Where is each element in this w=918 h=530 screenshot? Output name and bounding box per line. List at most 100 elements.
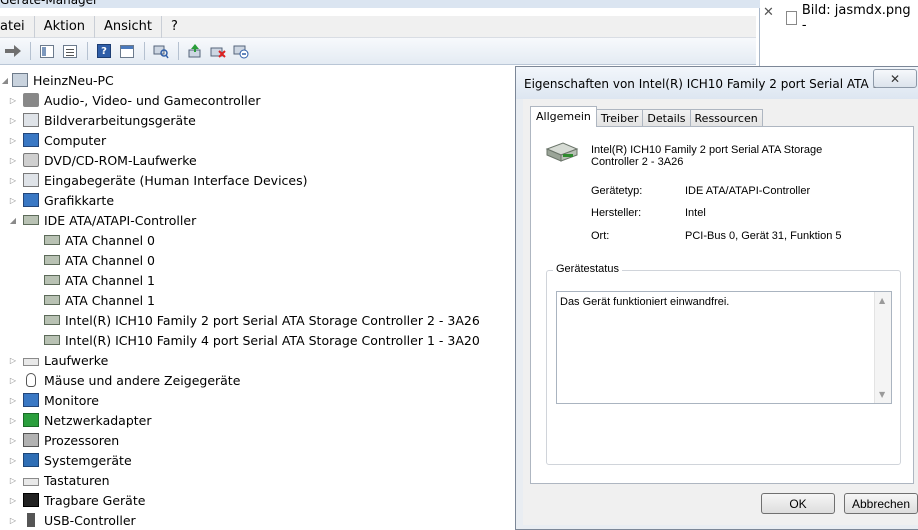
disable-button[interactable]: [230, 41, 252, 61]
expand-icon[interactable]: ▷: [8, 195, 18, 205]
tree-item-label: Netzwerkadapter: [44, 412, 152, 428]
status-scrollbar[interactable]: ▲ ▼: [874, 292, 891, 403]
expand-icon[interactable]: ▷: [8, 475, 18, 485]
mouse-icon: [26, 373, 36, 387]
expand-icon[interactable]: ▷: [8, 355, 18, 365]
properties-dialog: Eigenschaften von Intel(R) ICH10 Family …: [515, 66, 918, 530]
dialog-close-button[interactable]: ✕: [873, 69, 917, 88]
tree-item-portable[interactable]: ▷ Tragbare Geräte: [8, 490, 146, 510]
background-browser-tab[interactable]: Bild: jasmdx.png -: [786, 3, 918, 33]
expand-icon[interactable]: ▷: [8, 495, 18, 505]
expand-icon[interactable]: ▷: [8, 515, 18, 525]
close-icon[interactable]: ✕: [763, 5, 774, 20]
document-icon: [786, 11, 797, 25]
tree-item-label: Bildverarbeitungsgeräte: [44, 112, 196, 128]
tree-item-system[interactable]: ▷ Systemgeräte: [8, 450, 132, 470]
tree-child-item[interactable]: ATA Channel 1: [44, 290, 155, 310]
tree-item-network[interactable]: ▷ Netzwerkadapter: [8, 410, 152, 430]
menu-file[interactable]: atei: [0, 15, 35, 38]
device-name: Intel(R) ICH10 Family 2 port Serial ATA …: [591, 144, 823, 168]
tree-item-ide[interactable]: ◢ IDE ATA/ATAPI-Controller: [8, 210, 196, 230]
scan-hardware-button[interactable]: [150, 41, 172, 61]
tree-item-hid[interactable]: ▷ Eingabegeräte (Human Interface Devices…: [8, 170, 308, 190]
collapse-icon[interactable]: ◢: [8, 215, 18, 225]
tree-item-computer[interactable]: ▷ Computer: [8, 130, 106, 150]
ide-channel-icon: [44, 295, 60, 305]
update-driver-button[interactable]: [184, 41, 206, 61]
help-button[interactable]: ?: [93, 41, 115, 61]
forward-button[interactable]: [2, 41, 24, 61]
tree-child-label: Intel(R) ICH10 Family 4 port Serial ATA …: [65, 332, 480, 348]
tree-child-label: ATA Channel 1: [65, 272, 156, 288]
device-status-textbox[interactable]: Das Gerät funktioniert einwandfrei. ▲ ▼: [556, 291, 892, 404]
scroll-up-icon[interactable]: ▲: [879, 296, 885, 305]
expand-icon[interactable]: ▷: [8, 375, 18, 385]
expand-icon[interactable]: ▷: [8, 155, 18, 165]
cancel-button[interactable]: Abbrechen: [844, 493, 918, 514]
tab-resources[interactable]: Ressourcen: [689, 109, 763, 127]
tree-item-label: Eingabegeräte (Human Interface Devices): [44, 172, 308, 188]
menu-action[interactable]: Aktion: [35, 15, 96, 38]
tab-general[interactable]: Allgemein: [530, 106, 597, 127]
display-adapter-icon: [23, 193, 39, 207]
location-label: Ort:: [591, 230, 610, 242]
tree-item-monitors[interactable]: ▷ Monitore: [8, 390, 99, 410]
expand-icon[interactable]: ▷: [8, 395, 18, 405]
tree-item-imaging[interactable]: ▷ Bildverarbeitungsgeräte: [8, 110, 196, 130]
expand-icon[interactable]: ▷: [8, 115, 18, 125]
tree-item-label: Audio-, Video- und Gamecontroller: [44, 92, 261, 108]
ide-channel-icon: [44, 275, 60, 285]
expand-icon[interactable]: ▷: [8, 455, 18, 465]
expand-icon[interactable]: ▷: [8, 175, 18, 185]
location-value: PCI-Bus 0, Gerät 31, Funktion 5: [685, 230, 842, 242]
menu-view[interactable]: Ansicht: [95, 15, 163, 38]
expand-icon[interactable]: ▷: [8, 135, 18, 145]
tree-item-drives[interactable]: ▷ Laufwerke: [8, 350, 108, 370]
expand-icon[interactable]: ▷: [8, 415, 18, 425]
controller-card-icon: [545, 142, 579, 162]
tree-item-label: IDE ATA/ATAPI-Controller: [44, 212, 197, 228]
tree-child-item[interactable]: ATA Channel 0: [44, 230, 155, 250]
expand-icon[interactable]: ▷: [8, 435, 18, 445]
tree-item-audio[interactable]: ▷ Audio-, Video- und Gamecontroller: [8, 90, 261, 110]
tree-child-label: Intel(R) ICH10 Family 2 port Serial ATA …: [65, 312, 480, 328]
tree-child-item[interactable]: ATA Channel 1: [44, 270, 155, 290]
menu-help[interactable]: ?: [162, 16, 187, 38]
forward-arrow-icon: [5, 45, 21, 57]
properties-view-button[interactable]: [59, 41, 81, 61]
properties-button[interactable]: [116, 41, 138, 61]
device-status-text: Das Gerät funktioniert einwandfrei.: [560, 296, 730, 308]
processor-icon: [23, 433, 39, 447]
tree-item-label: Computer: [44, 132, 107, 148]
uninstall-button[interactable]: [207, 41, 229, 61]
hid-icon: [23, 173, 39, 187]
tree-item-usb[interactable]: ▷ USB-Controller: [8, 510, 136, 530]
tree-item-label: Monitore: [44, 392, 99, 408]
manufacturer-label: Hersteller:: [591, 207, 642, 219]
tree-item-keyboards[interactable]: ▷ Tastaturen: [8, 470, 110, 490]
device-status-legend: Gerätestatus: [553, 263, 622, 275]
device-type-value: IDE ATA/ATAPI-Controller: [685, 185, 811, 197]
tree-item-processors[interactable]: ▷ Prozessoren: [8, 430, 119, 450]
console-tree-button[interactable]: [36, 41, 58, 61]
tree-child-item[interactable]: ATA Channel 0: [44, 250, 155, 270]
scan-hardware-icon: [153, 45, 169, 59]
ok-button[interactable]: OK: [761, 493, 835, 514]
tree-child-item[interactable]: Intel(R) ICH10 Family 2 port Serial ATA …: [44, 310, 480, 330]
uninstall-icon: [210, 47, 226, 58]
scroll-down-icon[interactable]: ▼: [879, 390, 885, 399]
tree-child-item[interactable]: Intel(R) ICH10 Family 4 port Serial ATA …: [44, 330, 480, 350]
tree-item-display[interactable]: ▷ Grafikkarte: [8, 190, 114, 210]
network-adapter-icon: [23, 413, 39, 427]
tree-root[interactable]: ◢ HeinzNeu-PC: [0, 70, 114, 90]
tab-details[interactable]: Details: [642, 109, 691, 127]
tree-item-dvd[interactable]: ▷ DVD/CD-ROM-Laufwerke: [8, 150, 197, 170]
dialog-titlebar[interactable]: Eigenschaften von Intel(R) ICH10 Family …: [516, 67, 918, 99]
expand-icon[interactable]: ▷: [8, 95, 18, 105]
dialog-title: Eigenschaften von Intel(R) ICH10 Family …: [524, 77, 876, 91]
collapse-icon[interactable]: ◢: [0, 75, 10, 85]
disk-drive-icon: [23, 358, 39, 366]
tree-item-mice[interactable]: ▷ Mäuse und andere Zeigegeräte: [8, 370, 240, 390]
speaker-icon: [23, 93, 39, 107]
tab-driver[interactable]: Treiber: [595, 109, 644, 127]
